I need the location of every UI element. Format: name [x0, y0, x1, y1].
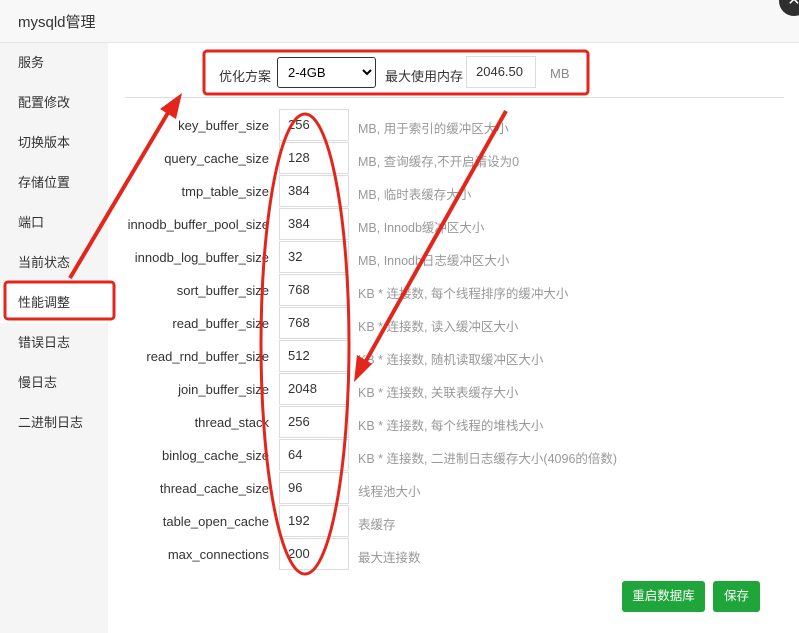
annotation-box-sidebar	[3, 280, 116, 321]
annotation-box-optimize	[202, 49, 590, 96]
annotation-ellipse	[259, 112, 351, 576]
annotation-arrow-line	[360, 110, 508, 369]
annotation-arrow-line	[68, 104, 174, 280]
annotation-overlay	[3, 49, 590, 576]
annotation-arrowhead	[160, 93, 182, 119]
